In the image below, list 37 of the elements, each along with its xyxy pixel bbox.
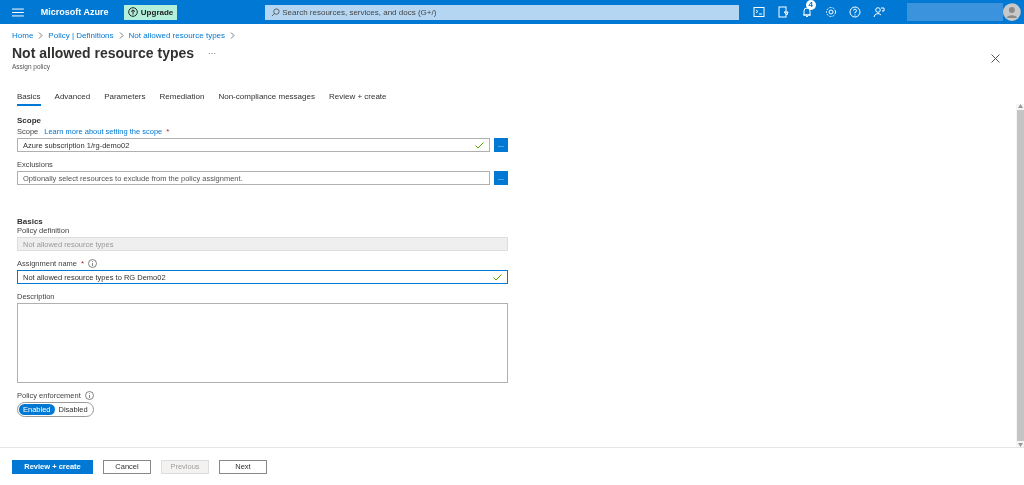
info-icon[interactable] bbox=[88, 259, 98, 268]
avatar-icon[interactable] bbox=[1003, 3, 1021, 21]
scroll-down-icon[interactable] bbox=[1017, 443, 1023, 447]
page-title: Not allowed resource types bbox=[12, 45, 195, 61]
required-mark: * bbox=[166, 127, 170, 136]
bell-icon[interactable] bbox=[800, 6, 813, 18]
section-heading: Basics bbox=[17, 217, 44, 226]
feedback-icon[interactable] bbox=[872, 6, 885, 18]
chevron-right-icon bbox=[230, 32, 236, 39]
search-icon bbox=[271, 7, 281, 17]
tab[interactable]: Remediation bbox=[159, 92, 205, 106]
tab[interactable]: Non-compliance messages bbox=[218, 92, 315, 106]
chevron-right-icon bbox=[38, 32, 44, 39]
settings-icon[interactable] bbox=[824, 6, 837, 18]
upgrade-button[interactable]: Upgrade bbox=[123, 4, 178, 20]
tab[interactable]: Review + create bbox=[328, 92, 387, 106]
tab[interactable]: Basics bbox=[17, 92, 41, 106]
menu-icon[interactable] bbox=[12, 7, 24, 17]
tab[interactable]: Advanced bbox=[54, 92, 91, 106]
notification-badge: 4 bbox=[805, 0, 816, 10]
breadcrumb-link[interactable]: Not allowed resource types bbox=[128, 31, 226, 40]
info-icon[interactable] bbox=[84, 391, 94, 400]
tab[interactable]: Parameters bbox=[104, 92, 146, 106]
breadcrumb-link[interactable]: Policy | Definitions bbox=[48, 31, 114, 40]
search-field[interactable]: Search resources, services, and docs (G+/) bbox=[265, 4, 739, 20]
upload-arrow-icon bbox=[127, 7, 138, 17]
scroll-up-icon[interactable] bbox=[1017, 104, 1023, 108]
close-icon[interactable] bbox=[991, 54, 1000, 63]
breadcrumb-link[interactable]: Home bbox=[12, 31, 34, 40]
chevron-right-icon bbox=[118, 32, 124, 39]
description-field[interactable] bbox=[17, 303, 508, 383]
terminal-icon[interactable] bbox=[752, 6, 765, 18]
brand-name[interactable]: Microsoft Azure bbox=[40, 7, 112, 17]
more-options-button[interactable]: ··· bbox=[208, 48, 217, 58]
required-mark: * bbox=[81, 259, 85, 268]
help-icon[interactable] bbox=[848, 6, 861, 18]
section-heading: Scope bbox=[17, 116, 42, 125]
